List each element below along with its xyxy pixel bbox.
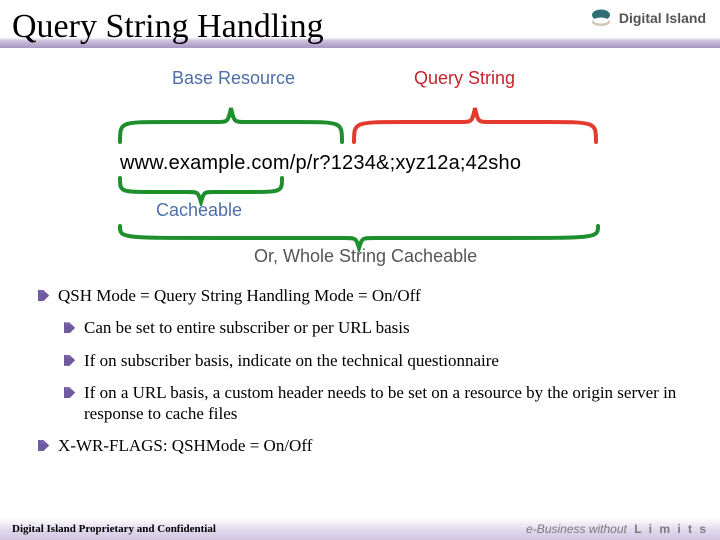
footer-tagline-italic: e-Business without [526, 522, 627, 536]
whole-string-label: Or, Whole String Cacheable [254, 246, 477, 267]
example-url: www.example.com/p/r?1234&;xyz12a;42sho [120, 152, 521, 175]
footer-tagline: e-Business without L i m i t s [526, 522, 708, 536]
list-item: QSH Mode = Query String Handling Mode = … [36, 286, 684, 306]
base-resource-label: Base Resource [172, 68, 295, 89]
footer-tagline-caps: L i m i t s [634, 522, 708, 536]
brand-name: Digital Island [619, 10, 706, 26]
list-item: If on subscriber basis, indicate on the … [36, 351, 684, 371]
cacheable-label: Cacheable [156, 200, 242, 221]
page-title: Query String Handling [12, 10, 324, 48]
list-item: Can be set to entire subscriber or per U… [36, 318, 684, 338]
brand-logo: Digital Island [589, 6, 706, 30]
brace-top-left-icon [116, 102, 346, 146]
bullet-list: QSH Mode = Query String Handling Mode = … [0, 286, 720, 456]
footer-confidential: Digital Island Proprietary and Confident… [12, 523, 216, 535]
globe-icon [589, 6, 613, 30]
query-string-label: Query String [414, 68, 515, 89]
title-bar: Query String Handling Digital Island [0, 0, 720, 50]
footer-bar: Digital Island Proprietary and Confident… [0, 518, 720, 540]
list-item: If on a URL basis, a custom header needs… [36, 383, 684, 424]
url-diagram: Base Resource Query String www.example.c… [110, 66, 610, 276]
brace-top-right-icon [350, 102, 600, 146]
list-item: X-WR-FLAGS: QSHMode = On/Off [36, 436, 684, 456]
